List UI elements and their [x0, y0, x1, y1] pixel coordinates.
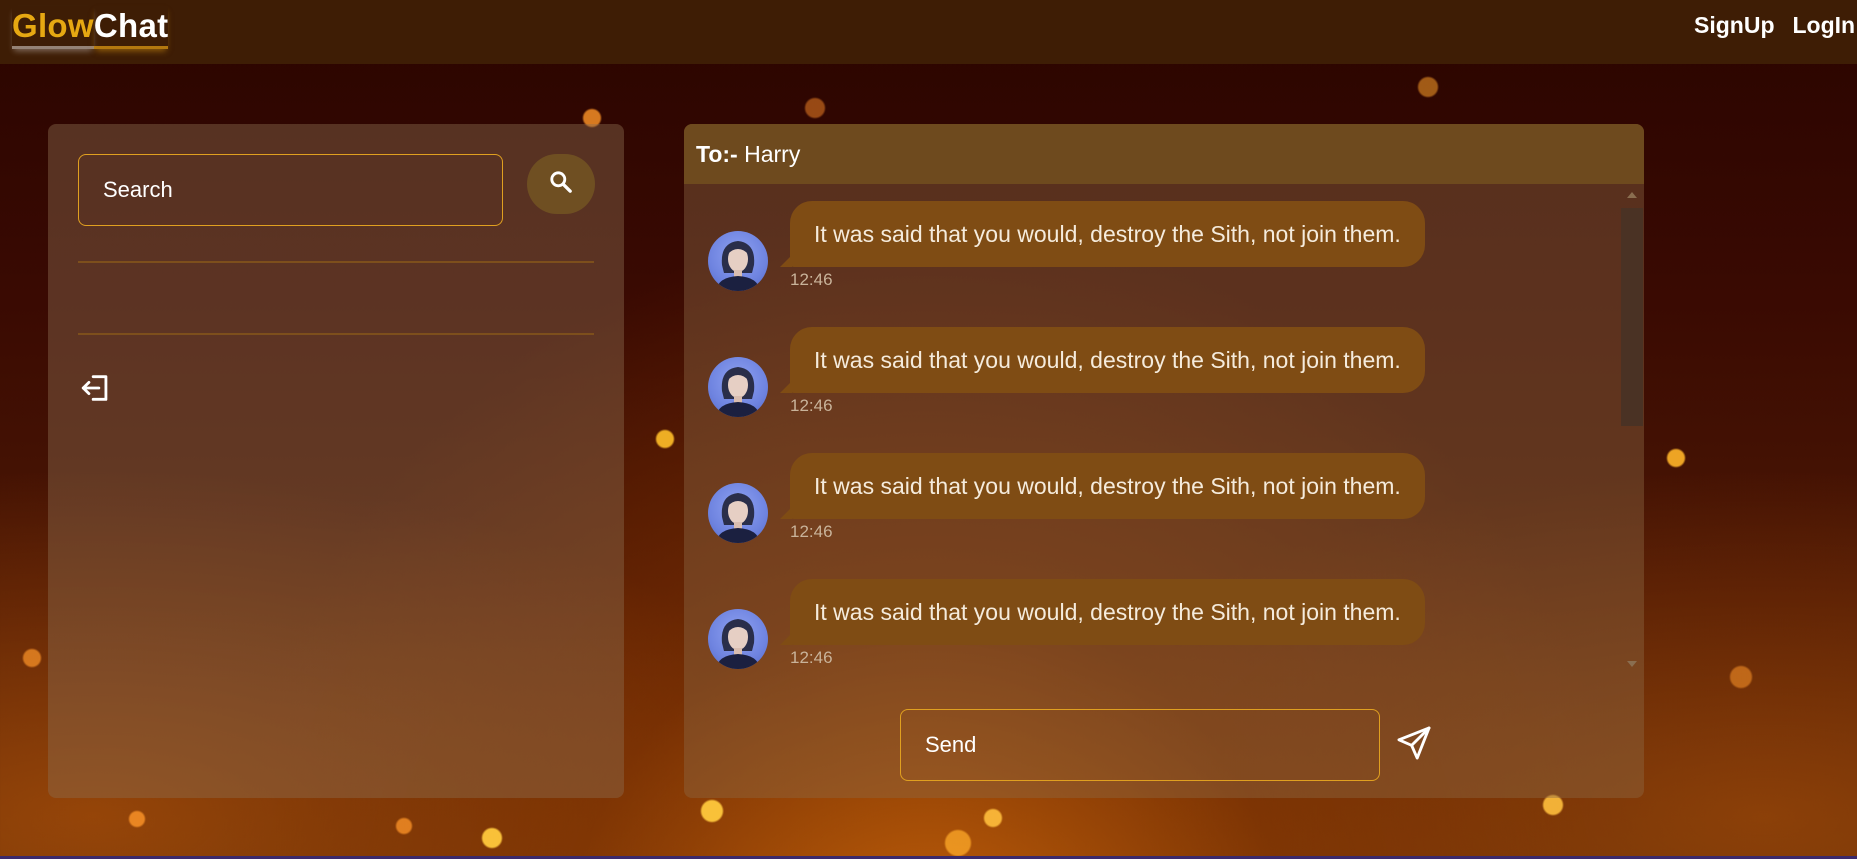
message-bubble: It was said that you would, destroy the … [780, 453, 1425, 519]
scroll-up-arrow-icon[interactable] [1627, 192, 1637, 198]
divider [78, 333, 594, 335]
login-link[interactable]: LogIn [1793, 10, 1856, 40]
navbar: GlowChat SignUp LogIn [0, 0, 1857, 64]
search-button[interactable] [527, 154, 595, 214]
sidebar-panel [48, 124, 624, 798]
message-bubble: It was said that you would, destroy the … [780, 327, 1425, 393]
message-item: It was said that you would, destroy the … [708, 201, 1608, 311]
message-item: It was said that you would, destroy the … [708, 579, 1608, 689]
recipient-name: Harry [744, 141, 801, 167]
message-bubble: It was said that you would, destroy the … [780, 201, 1425, 267]
logo-chat-text: Chat [93, 6, 169, 49]
logo[interactable]: GlowChat [12, 6, 169, 49]
message-item: It was said that you would, destroy the … [708, 453, 1608, 563]
search-icon [548, 169, 574, 200]
message-list[interactable]: It was said that you would, destroy the … [684, 184, 1644, 674]
avatar[interactable] [708, 231, 768, 291]
avatar[interactable] [708, 483, 768, 543]
send-button[interactable] [1391, 722, 1437, 768]
to-label: To:- [696, 141, 738, 167]
nav-links: SignUp LogIn [1694, 10, 1857, 40]
divider [78, 261, 594, 263]
search-input[interactable] [78, 154, 503, 226]
chat-header: To:- Harry [684, 124, 1644, 184]
logout-icon [79, 371, 113, 410]
scroll-thumb[interactable] [1621, 208, 1643, 426]
avatar[interactable] [708, 357, 768, 417]
logout-button[interactable] [78, 372, 114, 408]
logo-glow-text: Glow [12, 6, 94, 49]
message-time: 12:46 [790, 648, 833, 667]
message-time: 12:46 [790, 270, 833, 289]
chat-panel: To:- Harry It was said that you would, d… [684, 124, 1644, 798]
signup-link[interactable]: SignUp [1694, 10, 1775, 40]
send-icon [1395, 724, 1433, 767]
message-bubble: It was said that you would, destroy the … [780, 579, 1425, 645]
message-time: 12:46 [790, 396, 833, 415]
scrollbar[interactable] [1621, 184, 1644, 674]
scroll-down-arrow-icon[interactable] [1627, 661, 1637, 667]
message-item: It was said that you would, destroy the … [708, 327, 1608, 437]
avatar[interactable] [708, 609, 768, 669]
message-input[interactable] [900, 709, 1380, 781]
message-time: 12:46 [790, 522, 833, 541]
